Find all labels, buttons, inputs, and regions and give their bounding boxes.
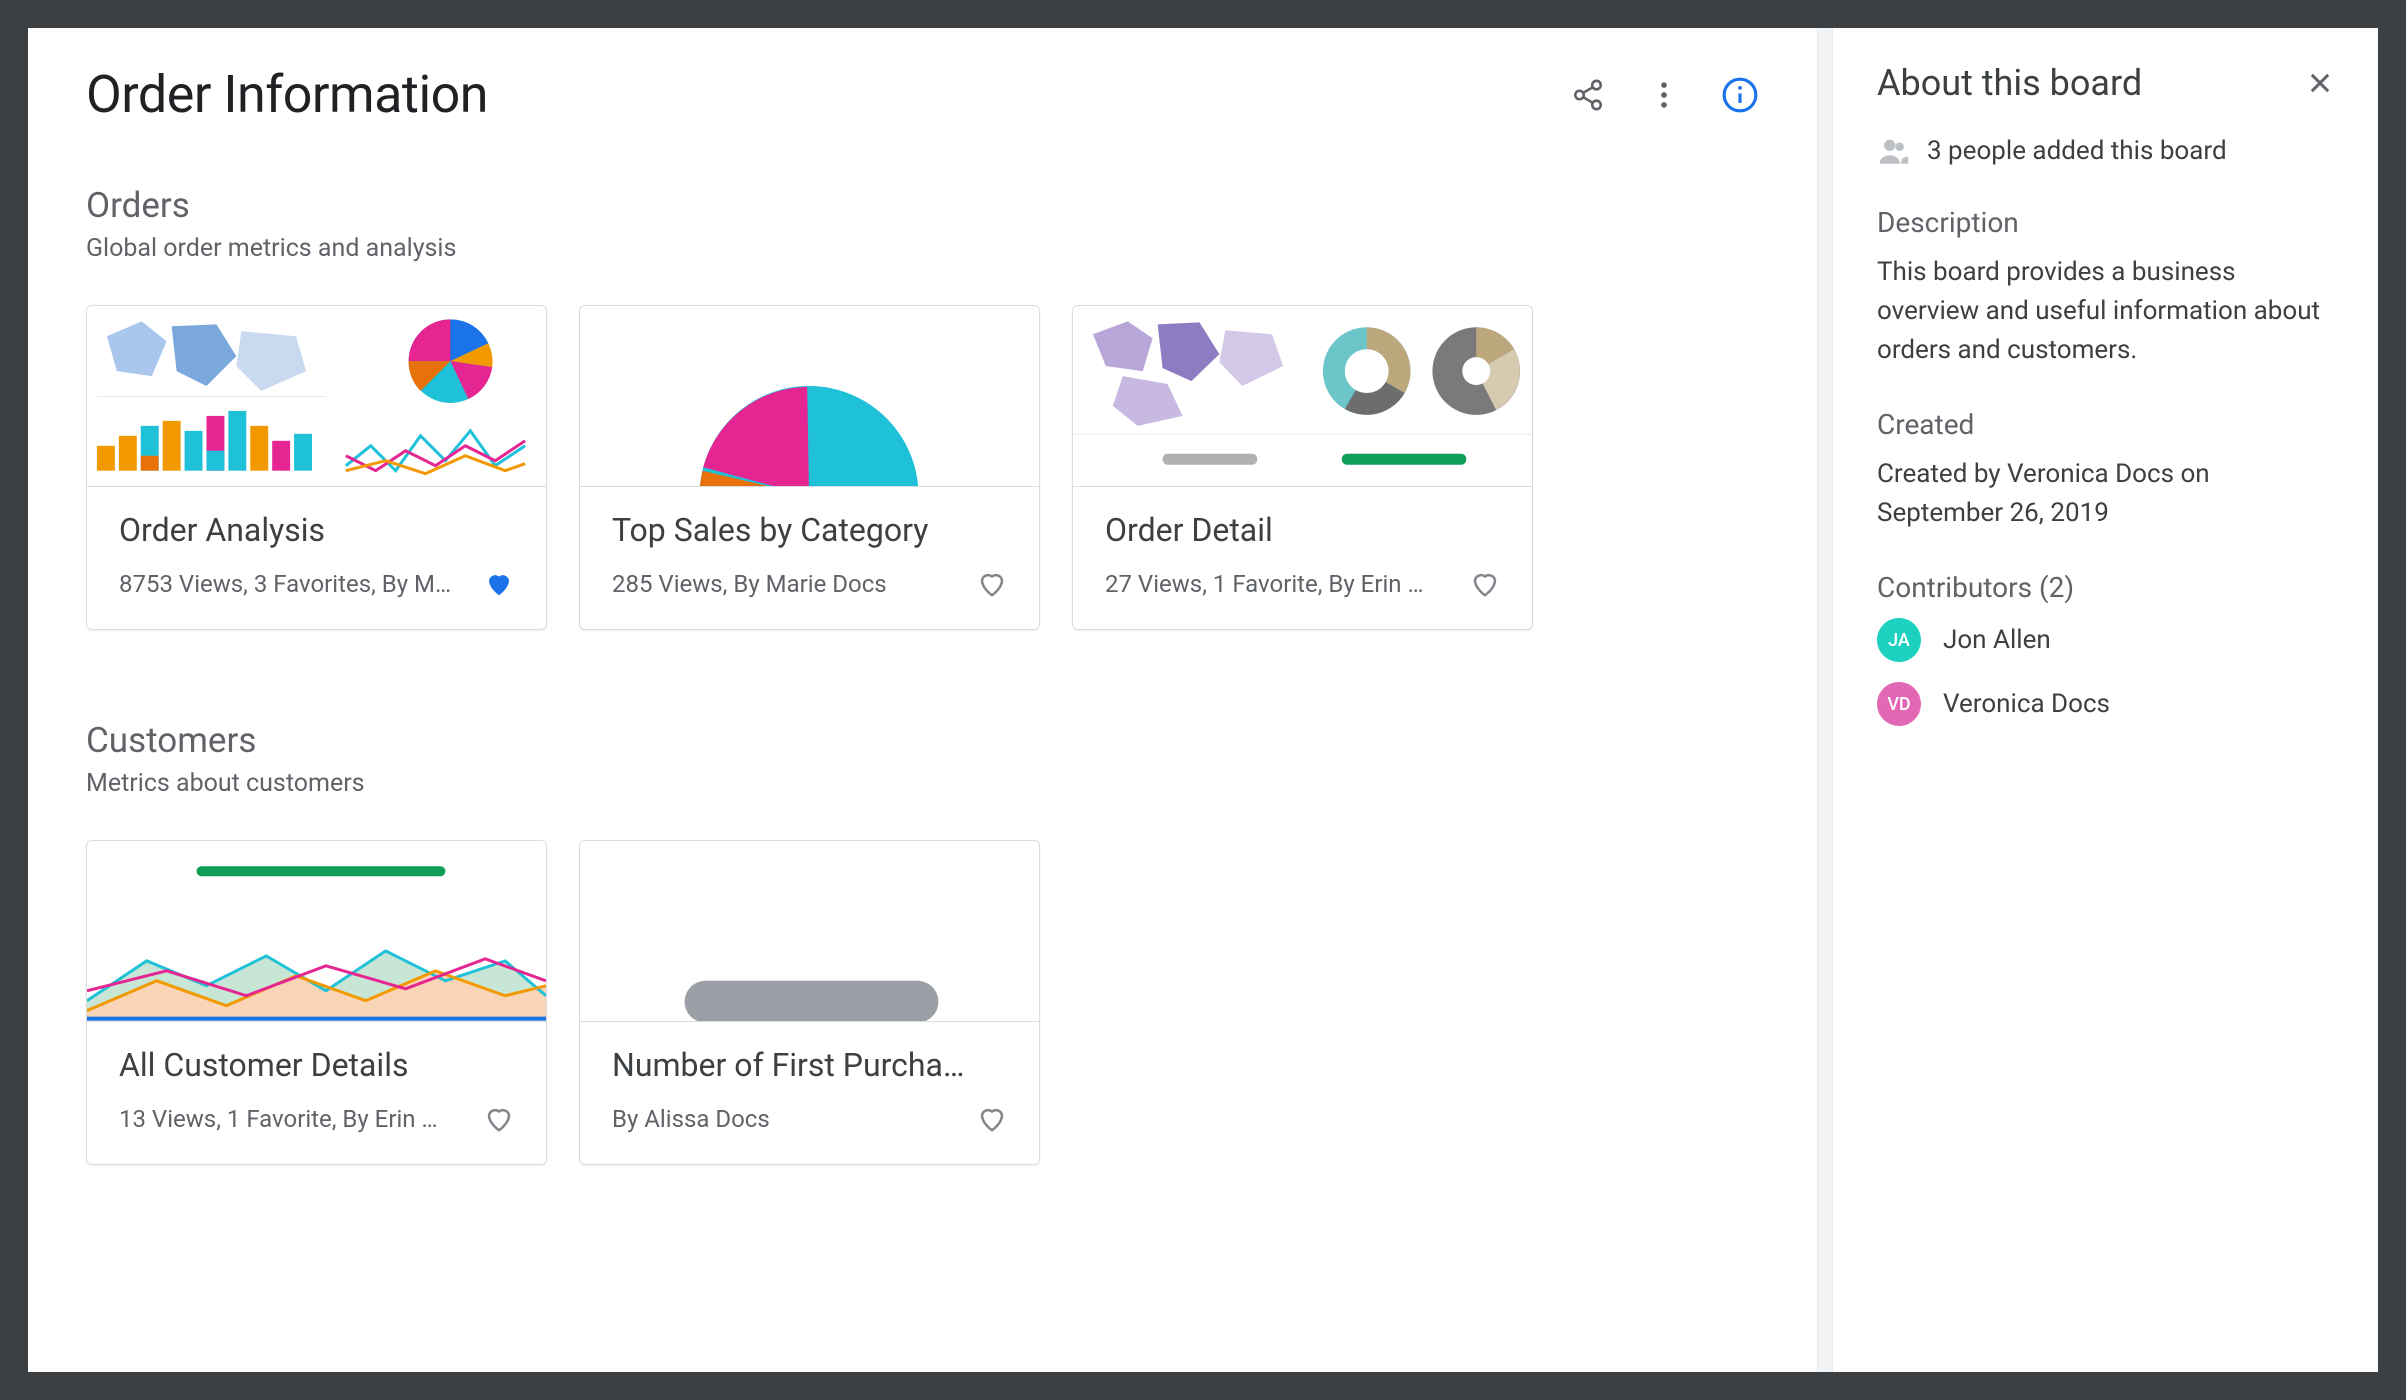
created-label: Created <box>1877 408 2334 441</box>
card-first-purchase[interactable]: Number of First Purcha… By Alissa Docs <box>579 840 1040 1165</box>
card-row-customers: All Customer Details 13 Views, 1 Favorit… <box>86 840 1759 1165</box>
about-title: About this board <box>1877 62 2142 104</box>
card-meta: 8753 Views, 3 Favorites, By M… <box>119 570 474 598</box>
card-preview <box>1073 306 1532 487</box>
card-body: Top Sales by Category 285 Views, By Mari… <box>580 487 1039 629</box>
card-order-analysis[interactable]: Order Analysis 8753 Views, 3 Favorites, … <box>86 305 547 630</box>
contributors-label: Contributors (2) <box>1877 571 2334 604</box>
card-meta: By Alissa Docs <box>612 1105 967 1133</box>
card-title: All Customer Details <box>119 1046 514 1084</box>
app-frame: Order Information Orders Global order me… <box>28 28 2378 1372</box>
section-subtitle-customers: Metrics about customers <box>86 769 1759 798</box>
card-meta-row: 8753 Views, 3 Favorites, By M… <box>119 569 514 599</box>
favorite-icon[interactable] <box>977 569 1007 599</box>
favorite-icon[interactable] <box>484 1104 514 1134</box>
more-icon[interactable] <box>1645 76 1683 114</box>
card-row-orders: Order Analysis 8753 Views, 3 Favorites, … <box>86 305 1759 630</box>
card-body: Order Detail 27 Views, 1 Favorite, By Er… <box>1073 487 1532 629</box>
section-title-customers: Customers <box>86 720 1759 761</box>
card-body: Number of First Purcha… By Alissa Docs <box>580 1022 1039 1164</box>
description-text: This board provides a business overview … <box>1877 253 2334 370</box>
card-preview <box>87 306 546 487</box>
section-subtitle-orders: Global order metrics and analysis <box>86 234 1759 263</box>
header-actions <box>1569 76 1759 114</box>
card-meta-row: By Alissa Docs <box>612 1104 1007 1134</box>
people-added-row: 3 people added this board <box>1877 134 2334 168</box>
card-title: Top Sales by Category <box>612 511 1007 549</box>
about-header: About this board <box>1877 62 2334 104</box>
favorite-icon[interactable] <box>977 1104 1007 1134</box>
description-label: Description <box>1877 206 2334 239</box>
avatar: VD <box>1877 682 1921 726</box>
card-title: Order Analysis <box>119 511 514 549</box>
page-title: Order Information <box>86 64 488 125</box>
card-meta-row: 285 Views, By Marie Docs <box>612 569 1007 599</box>
card-body: All Customer Details 13 Views, 1 Favorit… <box>87 1022 546 1164</box>
info-icon[interactable] <box>1721 76 1759 114</box>
close-icon[interactable] <box>2306 69 2334 97</box>
people-icon <box>1877 134 1911 168</box>
card-meta-row: 27 Views, 1 Favorite, By Erin … <box>1105 569 1500 599</box>
card-all-customer-details[interactable]: All Customer Details 13 Views, 1 Favorit… <box>86 840 547 1165</box>
card-meta: 13 Views, 1 Favorite, By Erin … <box>119 1105 474 1133</box>
contributor-name: Veronica Docs <box>1943 689 2110 719</box>
scroll-divider[interactable] <box>1817 28 1833 1372</box>
card-title: Order Detail <box>1105 511 1500 549</box>
card-meta: 27 Views, 1 Favorite, By Erin … <box>1105 570 1460 598</box>
share-icon[interactable] <box>1569 76 1607 114</box>
contributor-row: VD Veronica Docs <box>1877 682 2334 726</box>
section-title-orders: Orders <box>86 185 1759 226</box>
card-title: Number of First Purcha… <box>612 1046 1007 1084</box>
favorite-icon[interactable] <box>484 569 514 599</box>
created-text: Created by Veronica Docs on September 26… <box>1877 455 2334 533</box>
card-meta: 285 Views, By Marie Docs <box>612 570 967 598</box>
card-meta-row: 13 Views, 1 Favorite, By Erin … <box>119 1104 514 1134</box>
contributor-name: Jon Allen <box>1943 625 2051 655</box>
main-header: Order Information <box>86 64 1759 125</box>
contributor-row: JA Jon Allen <box>1877 618 2334 662</box>
avatar: JA <box>1877 618 1921 662</box>
card-preview <box>580 841 1039 1022</box>
people-added-text: 3 people added this board <box>1927 136 2227 166</box>
main-panel: Order Information Orders Global order me… <box>28 28 1817 1372</box>
card-body: Order Analysis 8753 Views, 3 Favorites, … <box>87 487 546 629</box>
about-panel: About this board 3 people added this boa… <box>1833 28 2378 1372</box>
card-preview <box>580 306 1039 487</box>
card-preview <box>87 841 546 1022</box>
card-order-detail[interactable]: Order Detail 27 Views, 1 Favorite, By Er… <box>1072 305 1533 630</box>
favorite-icon[interactable] <box>1470 569 1500 599</box>
card-top-sales[interactable]: Top Sales by Category 285 Views, By Mari… <box>579 305 1040 630</box>
